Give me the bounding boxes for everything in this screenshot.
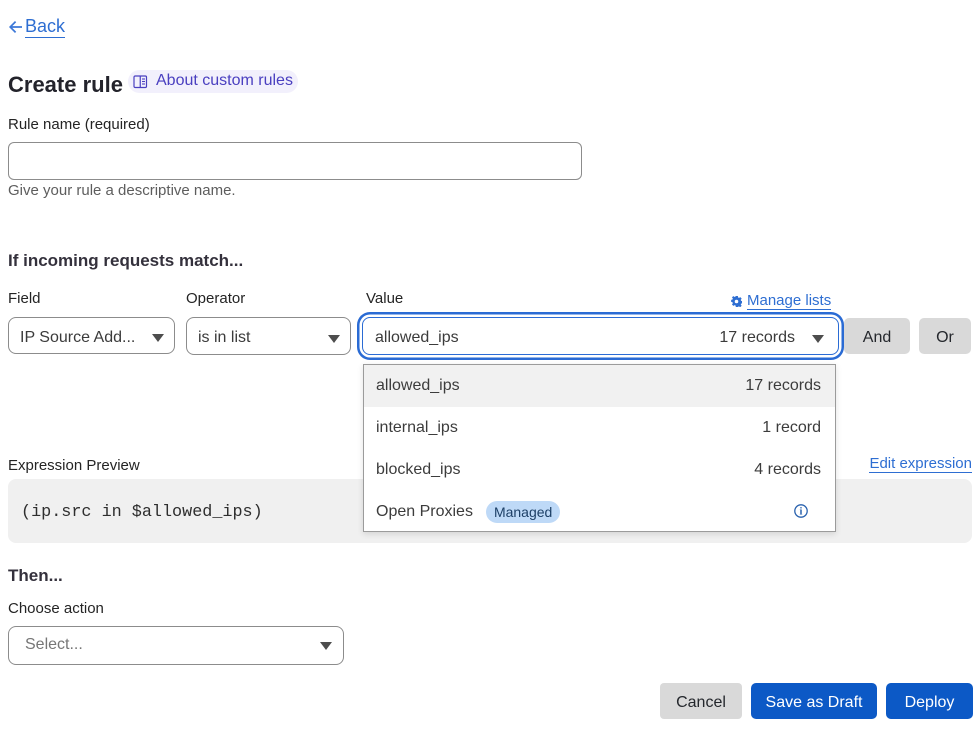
svg-text:i: i [800,507,803,518]
